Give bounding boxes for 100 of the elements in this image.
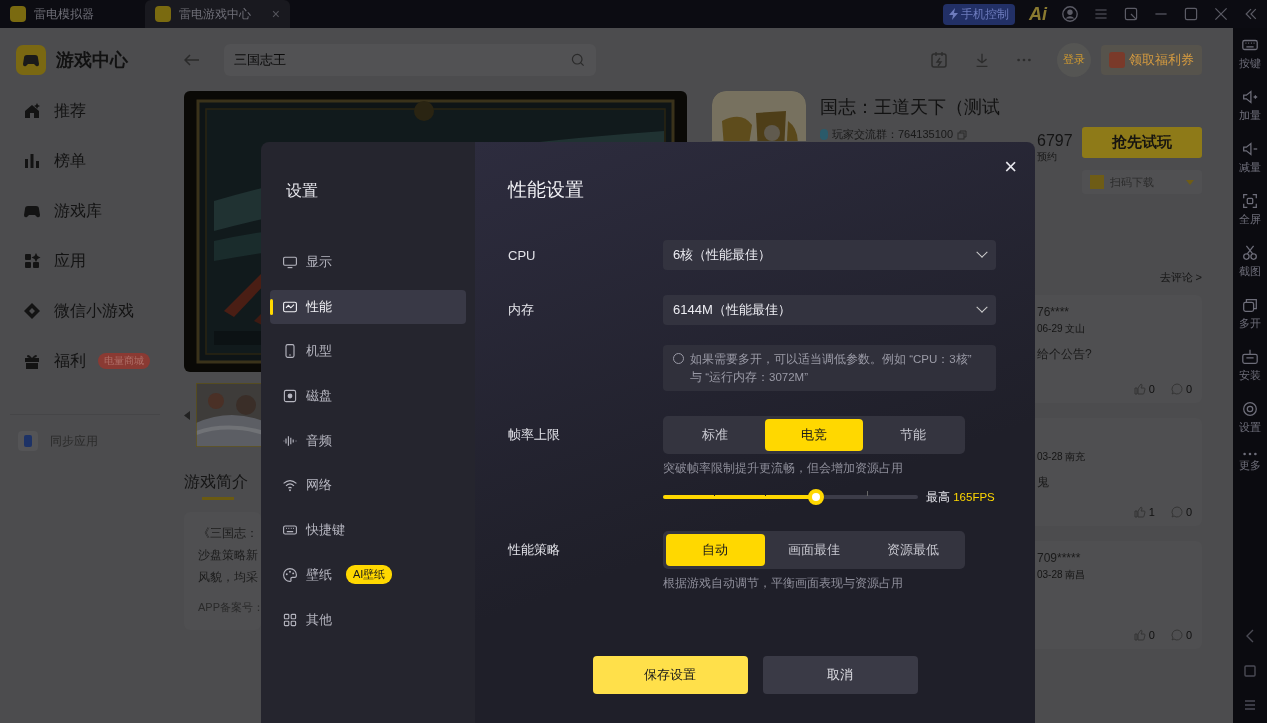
nav-label: 微信小游戏 <box>54 300 134 321</box>
nav-item[interactable]: 榜单 <box>0 136 170 186</box>
screen-icon[interactable] <box>1123 6 1139 22</box>
back-icon[interactable] <box>184 53 200 66</box>
settings-nav-item[interactable]: 网络 <box>270 468 466 503</box>
search-icon[interactable] <box>570 51 586 68</box>
volume-up-icon <box>1241 88 1259 106</box>
close-icon[interactable]: × <box>271 6 280 22</box>
settings-icon <box>1241 400 1259 418</box>
nav-label: 推荐 <box>54 100 86 121</box>
back-icon[interactable] <box>1244 629 1256 643</box>
nav-label: 福利 <box>54 350 86 371</box>
nav-label: 壁纸 <box>306 565 332 584</box>
settings-nav-item[interactable]: 音频 <box>270 423 466 458</box>
copy-icon[interactable] <box>957 129 968 140</box>
settings-nav-item[interactable]: 显示 <box>270 245 466 279</box>
thumbs-up-icon[interactable] <box>1133 506 1146 518</box>
segment-option[interactable]: 标准 <box>666 419 765 451</box>
install-icon <box>1241 348 1259 366</box>
nav-label: 机型 <box>306 342 332 361</box>
settings-nav-item[interactable]: 机型 <box>270 334 466 369</box>
play-button[interactable]: 抢先试玩 <box>1082 127 1202 158</box>
window-tab[interactable]: 雷电游戏中心 × <box>145 0 290 28</box>
hint-text: 突破帧率限制提升更流畅，但会增加资源占用 <box>663 461 904 476</box>
login-button[interactable]: 登录 <box>1057 42 1091 77</box>
field-label: 内存 <box>508 301 535 319</box>
segment-option[interactable]: 电竞 <box>764 419 864 451</box>
nav-label: 音频 <box>306 431 332 450</box>
volume-down-icon <box>1241 140 1259 158</box>
toolbar-button[interactable]: 按键 <box>1239 36 1261 88</box>
field-label: 性能策略 <box>508 541 561 559</box>
save-button[interactable]: 保存设置 <box>592 656 748 694</box>
nav-label: 榜单 <box>54 150 86 171</box>
ai-logo[interactable]: Ai <box>1029 3 1047 25</box>
cpu-dropdown[interactable]: 6核（性能最佳） <box>663 240 996 270</box>
fullscreen-icon <box>1241 192 1259 210</box>
caret-icon <box>1186 179 1194 185</box>
toolbar-button[interactable]: 全屏 <box>1239 192 1261 244</box>
thumbs-up-icon[interactable] <box>1133 383 1146 395</box>
grid-icon <box>282 611 298 628</box>
toolbar-button[interactable]: 加量 <box>1239 88 1261 140</box>
nav-label: 其他 <box>306 610 332 629</box>
scissors-icon <box>1241 244 1259 262</box>
toolbar-button[interactable]: 设置 <box>1239 400 1261 452</box>
collapse-icon[interactable] <box>1243 6 1259 22</box>
coupon-button[interactable]: 领取福利券 <box>1101 44 1202 75</box>
close-icon[interactable] <box>1213 6 1229 22</box>
calendar-icon[interactable] <box>929 49 949 70</box>
phone-icon <box>282 343 298 360</box>
reservation-count: 6797 <box>1037 132 1073 150</box>
comment-icon[interactable] <box>1170 629 1183 641</box>
like-count: 0 <box>1148 383 1155 395</box>
toolbar-button[interactable]: 安装 <box>1239 348 1261 400</box>
segment-option[interactable]: 资源最低 <box>863 534 962 566</box>
settings-nav-item[interactable]: 性能 <box>270 289 466 324</box>
nav-item[interactable]: 推荐 <box>0 86 170 136</box>
more-icon <box>1243 452 1257 456</box>
dialog-title: 设置 <box>285 180 319 201</box>
settings-nav-item[interactable]: 壁纸 AI壁纸 <box>270 557 466 592</box>
toolbar-button[interactable]: 减量 <box>1239 140 1261 192</box>
palette-icon <box>282 566 298 583</box>
phone-sync-icon <box>18 431 38 451</box>
fps-slider[interactable] <box>663 489 918 505</box>
settings-nav-item[interactable]: 磁盘 <box>270 379 466 414</box>
settings-nav-item[interactable]: 快捷键 <box>270 513 466 548</box>
thumbs-up-icon[interactable] <box>1133 629 1146 641</box>
comment-icon[interactable] <box>1170 506 1183 518</box>
nav-item[interactable]: 应用 <box>0 236 170 286</box>
game-title: 国志：王道天下（测试 <box>820 96 1001 119</box>
menu-icon[interactable] <box>1093 6 1109 22</box>
nav-label: 快捷键 <box>306 521 345 540</box>
segment-option[interactable]: 自动 <box>666 534 765 566</box>
max-fps-label: 最高 165FPS <box>926 489 995 505</box>
cancel-button[interactable]: 取消 <box>762 656 918 694</box>
settings-nav-item[interactable]: 其他 <box>270 602 466 637</box>
maximize-icon[interactable] <box>1183 6 1199 22</box>
toolbar-button[interactable]: 截图 <box>1239 244 1261 296</box>
segment-option[interactable]: 节能 <box>863 419 962 451</box>
menu-icon[interactable] <box>1244 699 1256 711</box>
segment-option[interactable]: 画面最佳 <box>764 534 864 566</box>
field-label: CPU <box>508 247 537 263</box>
nav-label: 显示 <box>306 253 332 271</box>
comment-icon[interactable] <box>1170 383 1183 395</box>
phone-control-button[interactable]: 手机控制 <box>943 3 1015 25</box>
nav-item[interactable]: 游戏库 <box>0 186 170 236</box>
hint-text: 根据游戏自动调节，平衡画面表现与资源占用 <box>663 576 904 591</box>
close-button[interactable]: × <box>1000 154 1021 180</box>
user-icon[interactable] <box>1061 5 1079 23</box>
section-title: 性能设置 <box>508 178 585 202</box>
home-icon[interactable] <box>1244 665 1256 677</box>
toolbar-button[interactable]: 更多 <box>1239 452 1261 504</box>
nav-label: 游戏库 <box>54 200 102 221</box>
toolbar-button[interactable]: 多开 <box>1239 296 1261 348</box>
window-tab[interactable]: 雷电模拟器 <box>0 0 145 28</box>
nav-item[interactable]: 微信小游戏 <box>0 286 170 336</box>
slider-thumb[interactable] <box>808 489 824 505</box>
tab-label: 雷电游戏中心 <box>179 5 251 23</box>
left-arrow-icon[interactable] <box>184 410 190 420</box>
memory-dropdown[interactable]: 6144M（性能最佳） <box>663 295 996 325</box>
tab-label: 雷电模拟器 <box>34 5 94 23</box>
